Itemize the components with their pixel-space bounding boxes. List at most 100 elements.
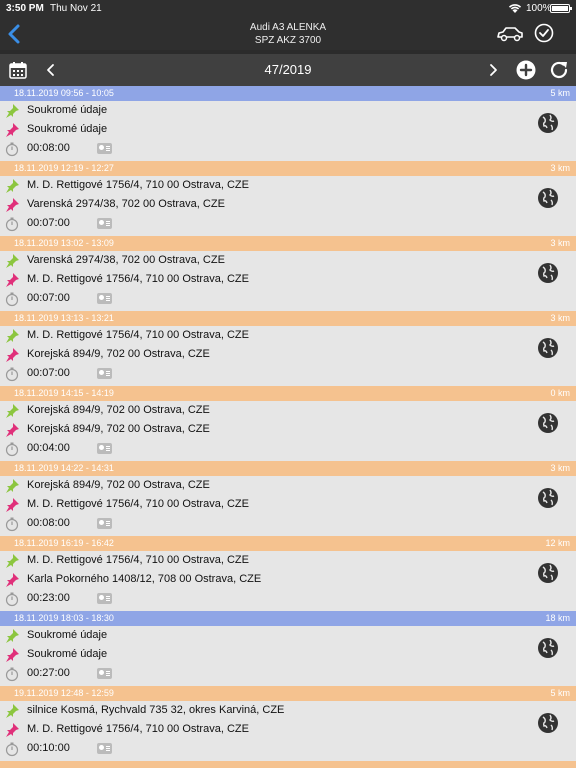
- trip-time-range: 18.11.2019 09:56 - 10:05: [14, 88, 114, 98]
- trip-end-address: Korejská 894/9, 702 00 Ostrava, CZE: [27, 423, 210, 435]
- start-pin-icon: [6, 254, 19, 268]
- trip-time-range: 18.11.2019 12:19 - 12:27: [14, 163, 114, 173]
- globe-icon[interactable]: [537, 262, 559, 284]
- trip-time-range: 18.11.2019 16:19 - 16:42: [14, 538, 114, 548]
- trip-duration-row: 00:04:00: [0, 440, 520, 459]
- globe-icon[interactable]: [537, 712, 559, 734]
- trip-header-partial: [0, 761, 576, 768]
- trip-item[interactable]: 18.11.2019 18:03 - 18:30 18 km Soukromé …: [0, 611, 576, 686]
- trip-duration: 00:27:00: [27, 667, 70, 679]
- contact-card-icon[interactable]: [97, 518, 112, 529]
- trip-body: Soukromé údaje Soukromé údaje 00:27:00: [0, 626, 576, 686]
- start-pin-icon: [6, 404, 19, 418]
- globe-icon[interactable]: [537, 187, 559, 209]
- contact-card-icon[interactable]: [97, 218, 112, 229]
- globe-icon[interactable]: [537, 337, 559, 359]
- stopwatch-icon: [5, 517, 19, 532]
- contact-card-icon[interactable]: [97, 443, 112, 454]
- globe-icon[interactable]: [537, 637, 559, 659]
- checkmark-circle-icon[interactable]: [534, 23, 554, 43]
- vehicle-name: Audi A3 ALENKA: [249, 22, 327, 33]
- contact-card-icon[interactable]: [97, 743, 112, 754]
- back-chevron-icon[interactable]: [4, 22, 26, 46]
- globe-icon[interactable]: [537, 112, 559, 134]
- vehicle-title: Audi A3 ALENKA SPZ AKZ 3700: [160, 21, 416, 47]
- stopwatch-icon: [5, 667, 19, 682]
- trip-duration: 00:07:00: [27, 292, 70, 304]
- trip-duration-row: 00:10:00: [0, 740, 520, 759]
- start-pin-icon: [6, 179, 19, 193]
- stopwatch-icon: [5, 217, 19, 232]
- add-circle-icon[interactable]: [515, 59, 537, 81]
- trip-end-row: M. D. Rettigové 1756/4, 710 00 Ostrava, …: [0, 271, 520, 290]
- trip-end-row: Soukromé údaje: [0, 646, 520, 665]
- contact-card-icon[interactable]: [97, 143, 112, 154]
- trip-distance: 5 km: [550, 88, 570, 98]
- wifi-icon: [508, 4, 522, 13]
- trip-duration-row: 00:07:00: [0, 365, 520, 384]
- stopwatch-icon: [5, 142, 19, 157]
- trip-end-row: Varenská 2974/38, 702 00 Ostrava, CZE: [0, 196, 520, 215]
- trip-body: silnice Kosmá, Rychvald 735 32, okres Ka…: [0, 701, 576, 761]
- globe-icon[interactable]: [537, 562, 559, 584]
- trip-duration-row: 00:07:00: [0, 215, 520, 234]
- end-pin-icon: [6, 273, 19, 287]
- stopwatch-icon: [5, 442, 19, 457]
- trip-duration-row: 00:27:00: [0, 665, 520, 684]
- trip-item[interactable]: 18.11.2019 13:02 - 13:09 3 km Varenská 2…: [0, 236, 576, 311]
- trip-item[interactable]: 18.11.2019 13:13 - 13:21 3 km M. D. Rett…: [0, 311, 576, 386]
- end-pin-icon: [6, 423, 19, 437]
- trip-header: 18.11.2019 14:22 - 14:31 3 km: [0, 461, 576, 476]
- trip-duration-row: 00:08:00: [0, 140, 520, 159]
- trip-body: Varenská 2974/38, 702 00 Ostrava, CZE M.…: [0, 251, 576, 311]
- trip-body: Korejská 894/9, 702 00 Ostrava, CZE Kore…: [0, 401, 576, 461]
- trip-time-range: 18.11.2019 13:02 - 13:09: [14, 238, 114, 248]
- globe-icon[interactable]: [537, 487, 559, 509]
- trip-distance: 3 km: [550, 463, 570, 473]
- globe-icon[interactable]: [537, 412, 559, 434]
- trip-end-address: Soukromé údaje: [27, 648, 108, 660]
- trip-item[interactable]: 18.11.2019 09:56 - 10:05 5 km Soukromé ú…: [0, 86, 576, 161]
- trip-start-row: Korejská 894/9, 702 00 Ostrava, CZE: [0, 402, 520, 421]
- car-icon[interactable]: [496, 24, 524, 44]
- trip-end-address: Karla Pokorného 1408/12, 708 00 Ostrava,…: [27, 573, 262, 585]
- trip-duration: 00:07:00: [27, 367, 70, 379]
- stopwatch-icon: [5, 292, 19, 307]
- trip-start-address: silnice Kosmá, Rychvald 735 32, okres Ka…: [27, 704, 285, 716]
- contact-card-icon[interactable]: [97, 368, 112, 379]
- stopwatch-icon: [5, 742, 19, 757]
- start-pin-icon: [6, 554, 19, 568]
- status-time: 3:50 PM: [6, 3, 44, 14]
- contact-card-icon[interactable]: [97, 593, 112, 604]
- trip-item[interactable]: 18.11.2019 12:19 - 12:27 3 km M. D. Rett…: [0, 161, 576, 236]
- trip-list: 18.11.2019 09:56 - 10:05 5 km Soukromé ú…: [0, 86, 576, 768]
- trip-duration-row: 00:23:00: [0, 590, 520, 609]
- trip-start-address: M. D. Rettigové 1756/4, 710 00 Ostrava, …: [27, 554, 249, 566]
- chevron-right-icon[interactable]: [484, 60, 502, 80]
- calendar-icon[interactable]: [8, 60, 28, 80]
- trip-start-row: Soukromé údaje: [0, 102, 520, 121]
- trip-start-row: Korejská 894/9, 702 00 Ostrava, CZE: [0, 477, 520, 496]
- chevron-left-icon[interactable]: [42, 60, 60, 80]
- trip-body: M. D. Rettigové 1756/4, 710 00 Ostrava, …: [0, 176, 576, 236]
- trip-distance: 18 km: [545, 613, 570, 623]
- contact-card-icon[interactable]: [97, 668, 112, 679]
- contact-card-icon[interactable]: [97, 293, 112, 304]
- trip-item[interactable]: 18.11.2019 14:22 - 14:31 3 km Korejská 8…: [0, 461, 576, 536]
- status-date: Thu Nov 21: [50, 3, 102, 14]
- start-pin-icon: [6, 479, 19, 493]
- trip-header: 18.11.2019 16:19 - 16:42 12 km: [0, 536, 576, 551]
- trip-start-address: Varenská 2974/38, 702 00 Ostrava, CZE: [27, 254, 225, 266]
- trip-end-address: Varenská 2974/38, 702 00 Ostrava, CZE: [27, 198, 225, 210]
- trip-item[interactable]: 18.11.2019 14:15 - 14:19 0 km Korejská 8…: [0, 386, 576, 461]
- trip-start-address: Soukromé údaje: [27, 104, 108, 116]
- trip-end-row: Korejská 894/9, 702 00 Ostrava, CZE: [0, 421, 520, 440]
- trip-duration: 00:07:00: [27, 217, 70, 229]
- trip-header: 19.11.2019 12:48 - 12:59 5 km: [0, 686, 576, 701]
- trip-item[interactable]: 18.11.2019 16:19 - 16:42 12 km M. D. Ret…: [0, 536, 576, 611]
- refresh-icon[interactable]: [548, 59, 570, 81]
- trip-item[interactable]: 19.11.2019 12:48 - 12:59 5 km silnice Ko…: [0, 686, 576, 761]
- trip-start-row: Soukromé údaje: [0, 627, 520, 646]
- week-label: 47/2019: [264, 62, 312, 77]
- trip-header: 18.11.2019 13:02 - 13:09 3 km: [0, 236, 576, 251]
